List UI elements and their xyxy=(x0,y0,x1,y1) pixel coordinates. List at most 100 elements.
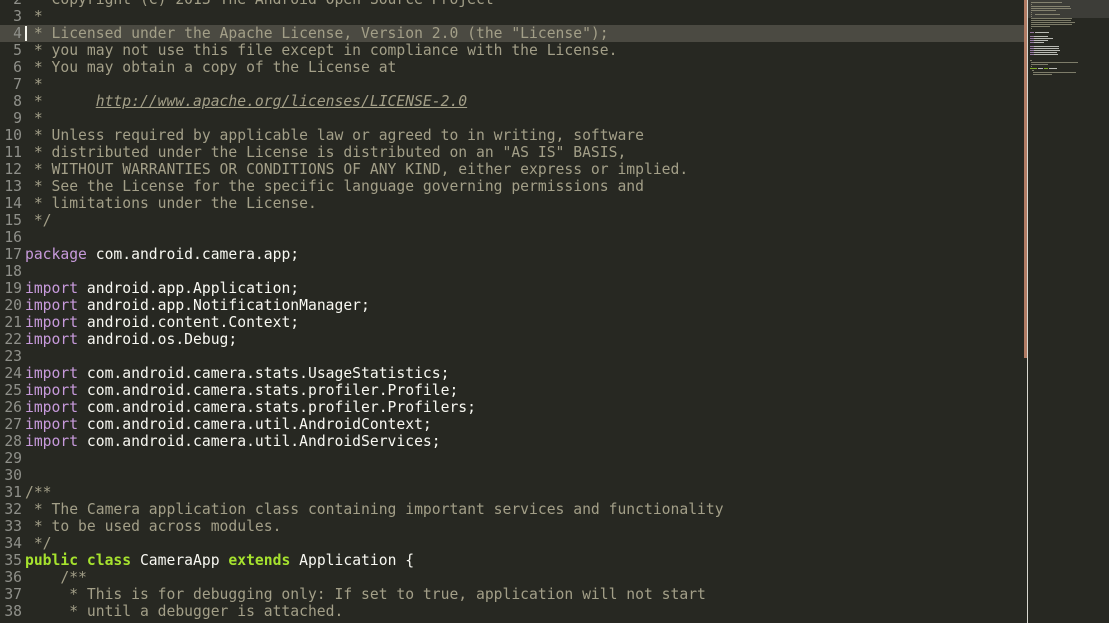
code-line[interactable]: 35 public class CameraApp extends Applica… xyxy=(0,552,1026,569)
code-token: * to be used across modules. xyxy=(25,518,282,535)
code-token: import xyxy=(25,297,79,314)
code-line[interactable]: 25 import com.android.camera.stats.profil… xyxy=(0,382,1026,399)
code-line[interactable]: 7 * xyxy=(0,76,1026,93)
code-line[interactable]: 37 * This is for debugging only: If set … xyxy=(0,586,1026,603)
code-line[interactable]: 24 import com.android.camera.stats.UsageS… xyxy=(0,365,1026,382)
line-code: import android.content.Context; xyxy=(25,314,299,331)
code-line[interactable]: 32 * The Camera application class contai… xyxy=(0,501,1026,518)
line-number: 34 xyxy=(4,535,22,552)
minimap-line xyxy=(1030,32,1034,33)
code-line[interactable]: 28 import com.android.camera.util.Android… xyxy=(0,433,1026,450)
line-number: 6 xyxy=(13,59,22,76)
code-line[interactable]: 2 * Copyright (C) 2013 The Android Open … xyxy=(0,0,1026,8)
line-code: import android.app.NotificationManager; xyxy=(25,297,370,314)
code-token: com.android.camera.util.AndroidServices; xyxy=(78,433,441,450)
code-token: * you may not use this file except in co… xyxy=(25,42,618,59)
line-number: 7 xyxy=(13,76,22,93)
code-line[interactable]: 15 */ xyxy=(0,212,1026,229)
minimap-line xyxy=(1034,14,1060,15)
line-code: * distributed under the License is distr… xyxy=(25,144,626,161)
line-number: 17 xyxy=(4,246,22,263)
code-line[interactable]: 18 xyxy=(0,263,1026,280)
code-line[interactable]: 16 xyxy=(0,229,1026,246)
line-number: 37 xyxy=(4,586,22,603)
code-line[interactable]: 12 * WITHOUT WARRANTIES OR CONDITIONS OF… xyxy=(0,161,1026,178)
line-code: */ xyxy=(25,535,52,552)
code-line[interactable]: 27 import com.android.camera.util.Android… xyxy=(0,416,1026,433)
line-number: 28 xyxy=(4,433,22,450)
line-number: 25 xyxy=(4,382,22,399)
code-token: * until a debugger is attached. xyxy=(25,603,344,620)
code-line[interactable]: 20 import android.app.NotificationManager… xyxy=(0,297,1026,314)
line-code: import com.android.camera.util.AndroidSe… xyxy=(25,433,441,450)
code-line[interactable]: 29 xyxy=(0,450,1026,467)
code-line[interactable]: 8 * http://www.apache.org/licenses/LICEN… xyxy=(0,93,1026,110)
line-number: 11 xyxy=(4,144,22,161)
line-code: * you may not use this file except in co… xyxy=(25,42,618,59)
line-number: 3 xyxy=(13,8,22,25)
minimap-line xyxy=(1030,18,1072,19)
code-line[interactable]: 13 * See the License for the specific la… xyxy=(0,178,1026,195)
minimap-line xyxy=(1030,14,1032,15)
code-line[interactable]: 30 xyxy=(0,467,1026,484)
code-line[interactable]: 21 import android.content.Context; xyxy=(0,314,1026,331)
code-token: import xyxy=(25,365,79,382)
line-number: 2 xyxy=(0,0,25,8)
code-line[interactable]: 6 * You may obtain a copy of the License… xyxy=(0,59,1026,76)
code-token: import xyxy=(25,331,79,348)
minimap-line xyxy=(1033,74,1052,75)
minimap-line xyxy=(1030,66,1032,67)
line-number: 30 xyxy=(4,467,22,484)
minimap-line xyxy=(1030,6,1070,7)
minimap-line xyxy=(1034,42,1045,43)
minimap[interactable] xyxy=(1028,0,1109,623)
line-code: import android.os.Debug; xyxy=(25,331,237,348)
code-line[interactable]: 9 * xyxy=(0,110,1026,127)
minimap-line xyxy=(1030,26,1050,27)
code-token: Application { xyxy=(290,552,415,569)
minimap-line xyxy=(1030,16,1032,17)
line-code: import com.android.camera.stats.profiler… xyxy=(25,399,476,416)
minimap-line xyxy=(1030,20,1071,21)
code-token: * limitations under the License. xyxy=(25,195,317,212)
code-line[interactable]: 26 import com.android.camera.stats.profil… xyxy=(0,399,1026,416)
code-line[interactable]: 31/** xyxy=(0,484,1026,501)
code-line[interactable]: 5 * you may not use this file except in … xyxy=(0,42,1026,59)
minimap-line xyxy=(1030,64,1048,65)
line-code: * You may obtain a copy of the License a… xyxy=(25,59,397,76)
code-token: android.content.Context; xyxy=(78,314,300,331)
line-number: 12 xyxy=(4,161,22,178)
code-line[interactable]: 38 * until a debugger is attached. xyxy=(0,603,1026,620)
code-line[interactable]: 22 import android.os.Debug; xyxy=(0,331,1026,348)
code-line[interactable]: 23 xyxy=(0,348,1026,365)
line-code: public class CameraApp extends Applicati… xyxy=(25,552,414,569)
minimap-line xyxy=(1048,68,1057,69)
code-line[interactable]: 14 * limitations under the License. xyxy=(0,195,1026,212)
code-line[interactable]: 10 * Unless required by applicable law o… xyxy=(0,127,1026,144)
line-number: 33 xyxy=(4,518,22,535)
code-line[interactable]: 17 package com.android.camera.app; xyxy=(0,246,1026,263)
code-line[interactable]: 4 * Licensed under the Apache License, V… xyxy=(0,25,1026,42)
url-link[interactable]: http://www.apache.org/licenses/LICENSE-2… xyxy=(96,93,467,110)
line-code: * The Camera application class containin… xyxy=(25,501,724,518)
code-token: class xyxy=(86,552,132,569)
minimap-line xyxy=(1033,72,1076,73)
code-token: * Copyright (C) 2013 The Android Open So… xyxy=(25,0,494,8)
line-code: * xyxy=(25,8,43,25)
line-number: 32 xyxy=(4,501,22,518)
code-line[interactable]: 11 * distributed under the License is di… xyxy=(0,144,1026,161)
line-code: * http://www.apache.org/licenses/LICENSE… xyxy=(25,93,467,110)
code-line[interactable]: 36 /** xyxy=(0,569,1026,586)
minimap-line xyxy=(1032,70,1035,71)
line-number: 14 xyxy=(4,195,22,212)
minimap-line xyxy=(1030,10,1056,11)
line-number: 8 xyxy=(13,93,22,110)
code-editor[interactable]: 2 * Copyright (C) 2013 The Android Open … xyxy=(0,0,1026,623)
minimap-line xyxy=(1030,28,1032,29)
code-line[interactable]: 34 */ xyxy=(0,535,1026,552)
code-token: */ xyxy=(25,535,52,552)
code-line[interactable]: 19 import android.app.Application; xyxy=(0,280,1026,297)
code-line[interactable]: 33 * to be used across modules. xyxy=(0,518,1026,535)
line-code: * Unless required by applicable law or a… xyxy=(25,127,644,144)
code-line[interactable]: 3 * xyxy=(0,8,1026,25)
